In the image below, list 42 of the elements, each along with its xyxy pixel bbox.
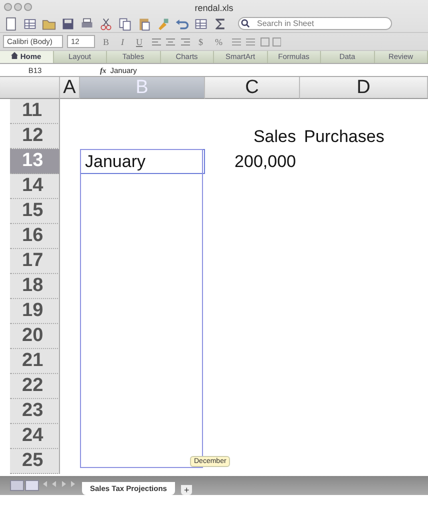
italic-button[interactable]: I — [117, 36, 128, 46]
view-icon[interactable] — [10, 480, 40, 491]
row-header[interactable]: 12 — [10, 124, 60, 149]
home-icon — [11, 52, 18, 59]
row-header[interactable]: 20 — [10, 324, 60, 349]
scissors-icon[interactable] — [99, 16, 113, 30]
row-header[interactable]: 25 — [10, 449, 60, 474]
cell-text: Sales — [253, 126, 296, 146]
number-format-button[interactable]: % — [211, 36, 227, 46]
row-header[interactable]: 11 — [10, 99, 60, 124]
row-header[interactable]: 22 — [10, 374, 60, 399]
column-header[interactable]: D — [300, 77, 428, 99]
underline-button[interactable]: U — [132, 36, 147, 46]
align-icon[interactable] — [150, 36, 191, 46]
row-header[interactable]: 18 — [10, 274, 60, 299]
table-icon[interactable] — [23, 16, 37, 30]
row-header[interactable]: 21 — [10, 349, 60, 374]
sum-icon[interactable] — [213, 16, 227, 30]
number-format-button[interactable]: $ — [194, 36, 208, 46]
row-header[interactable]: 15 — [10, 199, 60, 224]
add-sheet-button[interactable]: + — [180, 485, 192, 495]
document-icon[interactable] — [4, 16, 18, 30]
paste-icon[interactable] — [137, 16, 151, 30]
row-header[interactable]: 23 — [10, 399, 60, 424]
copy-icon[interactable] — [118, 16, 132, 30]
window-title: rendal.xls — [194, 2, 234, 12]
row-header[interactable]: 19 — [10, 299, 60, 324]
printer-icon[interactable] — [80, 16, 94, 30]
save-icon[interactable] — [61, 16, 75, 30]
search-field[interactable]: Search in Sheet — [238, 17, 392, 30]
cell-text: January — [85, 152, 146, 172]
row-header[interactable]: 17 — [10, 249, 60, 274]
row-header[interactable]: 16 — [10, 224, 60, 249]
cell-text: Purchases — [304, 126, 384, 146]
cell-text: 200,000 — [234, 152, 296, 172]
column-header[interactable]: C — [205, 77, 300, 99]
undo-icon[interactable] — [175, 16, 189, 30]
table-icon[interactable] — [194, 16, 208, 30]
column-header[interactable]: A — [60, 77, 80, 99]
bold-button[interactable]: B — [99, 36, 114, 46]
row-header[interactable]: 14 — [10, 174, 60, 199]
row-header[interactable]: 24 — [10, 424, 60, 449]
